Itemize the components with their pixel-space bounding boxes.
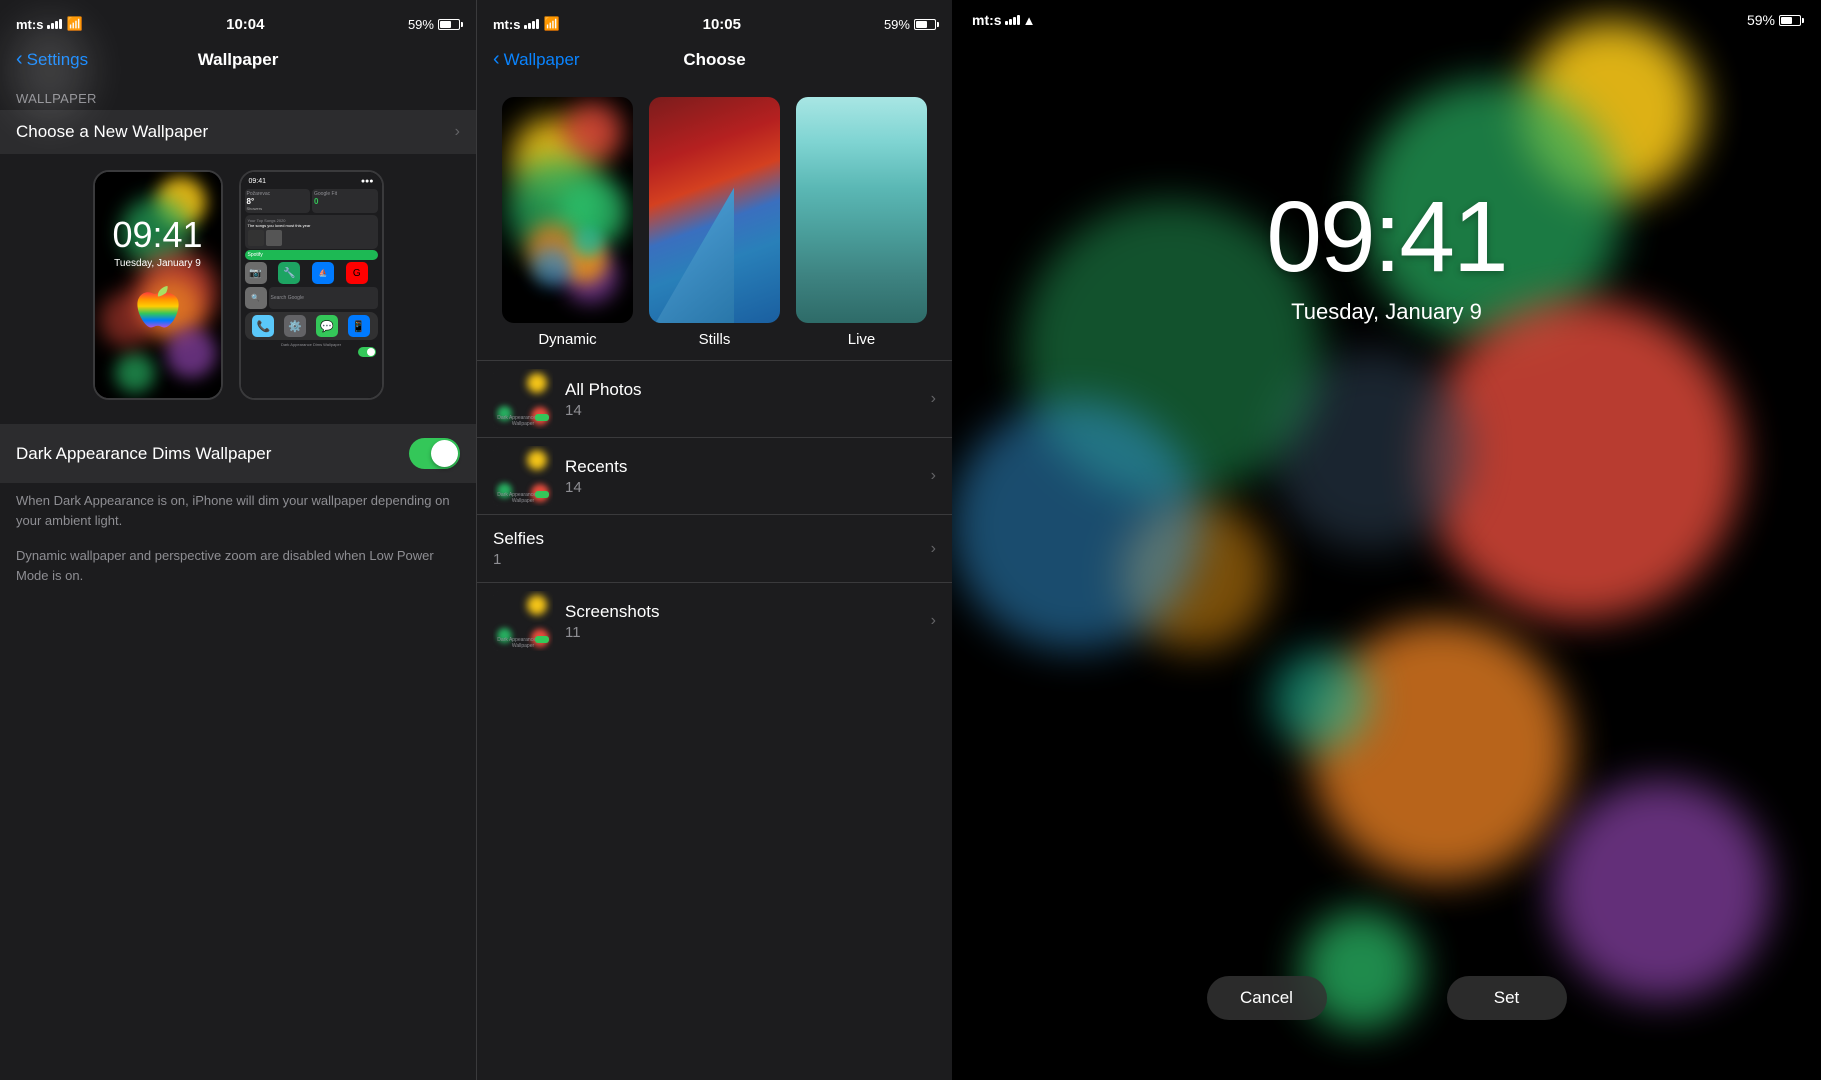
battery-icon-2 — [914, 19, 936, 30]
page-title-1: Wallpaper — [198, 50, 279, 70]
back-to-wallpaper-btn[interactable]: ‹ Wallpaper — [493, 48, 580, 71]
preview-lock-date: Tuesday, January 9 — [114, 258, 201, 269]
clock-2: 10:05 — [703, 16, 741, 33]
all-photos-title: All Photos — [565, 380, 919, 400]
lock-date: Tuesday, January 9 — [1291, 299, 1482, 325]
category-stills[interactable]: Stills — [647, 95, 782, 348]
live-label: Live — [848, 331, 876, 348]
panel-settings-wallpaper: mt:s 📶 10:04 59% ‹ Settings Wallp — [0, 0, 476, 1080]
screenshots-chevron: › — [931, 612, 936, 630]
screenshots-count: 11 — [565, 624, 919, 641]
screenshots-info: Screenshots 11 — [553, 602, 931, 641]
battery-pct-1: 59% — [408, 17, 434, 32]
recents-thumb: Dark Appearance Dims Wallpaper — [493, 446, 553, 506]
dynamic-thumb — [500, 95, 635, 325]
selfies-title: Selfies — [493, 529, 919, 549]
dark-appearance-label: Dark Appearance Dims Wallpaper — [16, 444, 271, 464]
all-photos-count: 14 — [565, 402, 919, 419]
choose-label: Choose a New Wallpaper — [16, 122, 208, 142]
lockscreen-preview[interactable]: 09:41 Tuesday, January 9 — [93, 170, 223, 400]
toggle-knob — [431, 440, 458, 467]
homescreen-status: 09:41 ●●● — [245, 176, 378, 187]
dark-appearance-desc2: Dynamic wallpaper and perspective zoom a… — [0, 538, 476, 593]
panel-lockscreen-preview: mt:s ▲ 59% 09:41 Tuesday, January 9 Canc… — [952, 0, 1821, 1080]
selfies-item[interactable]: Selfies 1 › — [477, 514, 952, 582]
all-photos-chevron: › — [931, 390, 936, 408]
battery-pct-2: 59% — [884, 17, 910, 32]
choose-new-wallpaper-btn[interactable]: Choose a New Wallpaper › — [0, 110, 476, 154]
lockscreen-content: 09:41 Tuesday, January 9 — [95, 172, 221, 398]
recents-info: Recents 14 — [553, 457, 931, 496]
panel-choose-wallpaper: mt:s 📶 10:05 59% ‹ Wallpaper Choose — [476, 0, 952, 1080]
screenshots-title: Screenshots — [565, 602, 919, 622]
all-photos-thumb: Dark Appearance Dims Wallpaper — [493, 369, 553, 429]
category-live[interactable]: Live — [794, 95, 929, 348]
status-bar-right-2: 59% — [884, 17, 936, 32]
screenshots-thumb: Dark Appearance Dims Wallpaper — [493, 591, 553, 651]
stills-label: Stills — [699, 331, 731, 348]
lock-actions: Cancel Set — [952, 976, 1821, 1020]
selfies-count: 1 — [493, 551, 919, 568]
photo-list: Dark Appearance Dims Wallpaper All Photo… — [477, 360, 952, 1080]
lockscreen-main-content: 09:41 Tuesday, January 9 — [952, 0, 1821, 1080]
stills-thumb-container — [647, 95, 782, 325]
dark-appearance-desc1: When Dark Appearance is on, iPhone will … — [0, 483, 476, 538]
page-title-2: Choose — [683, 50, 745, 70]
apple-logo — [134, 285, 182, 343]
dark-appearance-toggle-row[interactable]: Dark Appearance Dims Wallpaper — [0, 424, 476, 483]
preview-lock-time: 09:41 — [112, 214, 202, 256]
category-dynamic[interactable]: Dynamic — [500, 95, 635, 348]
dark-appearance-toggle[interactable] — [409, 438, 460, 469]
screenshots-item[interactable]: Dark Appearance Dims Wallpaper Screensho… — [477, 582, 952, 659]
status-bar-left-2: mt:s 📶 — [493, 16, 560, 32]
dynamic-label: Dynamic — [538, 331, 596, 348]
back-label-2: Wallpaper — [504, 50, 580, 70]
carrier-2: mt:s — [493, 17, 520, 32]
wifi-icon-2: 📶 — [543, 16, 559, 32]
nav-bar-2: ‹ Wallpaper Choose — [477, 44, 952, 83]
chevron-right-icon: › — [455, 123, 460, 141]
wallpaper-previews: 09:41 Tuesday, January 9 — [0, 154, 476, 416]
status-bar-2: mt:s 📶 10:05 59% — [477, 0, 952, 44]
selfies-chevron: › — [931, 540, 936, 558]
set-label: Set — [1494, 988, 1520, 1008]
homescreen-content: 09:41 ●●● Požarevac 8° Showers Google Fi… — [241, 172, 382, 398]
wallpaper-categories: Dynamic Stills Live — [477, 83, 952, 360]
back-chevron-icon-2: ‹ — [493, 48, 500, 71]
signal-icon-2 — [524, 19, 539, 29]
recents-item[interactable]: Dark Appearance Dims Wallpaper Recents 1… — [477, 437, 952, 514]
homescreen-preview[interactable]: 09:41 ●●● Požarevac 8° Showers Google Fi… — [239, 170, 384, 400]
battery-icon-1 — [438, 19, 460, 30]
recents-chevron: › — [931, 467, 936, 485]
selfies-info: Selfies 1 — [493, 529, 931, 568]
cancel-label: Cancel — [1240, 988, 1293, 1008]
cancel-button[interactable]: Cancel — [1207, 976, 1327, 1020]
set-button[interactable]: Set — [1447, 976, 1567, 1020]
all-photos-item[interactable]: Dark Appearance Dims Wallpaper All Photo… — [477, 360, 952, 437]
recents-count: 14 — [565, 479, 919, 496]
clock-1: 10:04 — [226, 16, 264, 33]
status-bar-right-1: 59% — [408, 17, 460, 32]
live-thumb-container — [794, 95, 929, 325]
lock-time: 09:41 — [1266, 180, 1506, 295]
recents-title: Recents — [565, 457, 919, 477]
all-photos-info: All Photos 14 — [553, 380, 931, 419]
